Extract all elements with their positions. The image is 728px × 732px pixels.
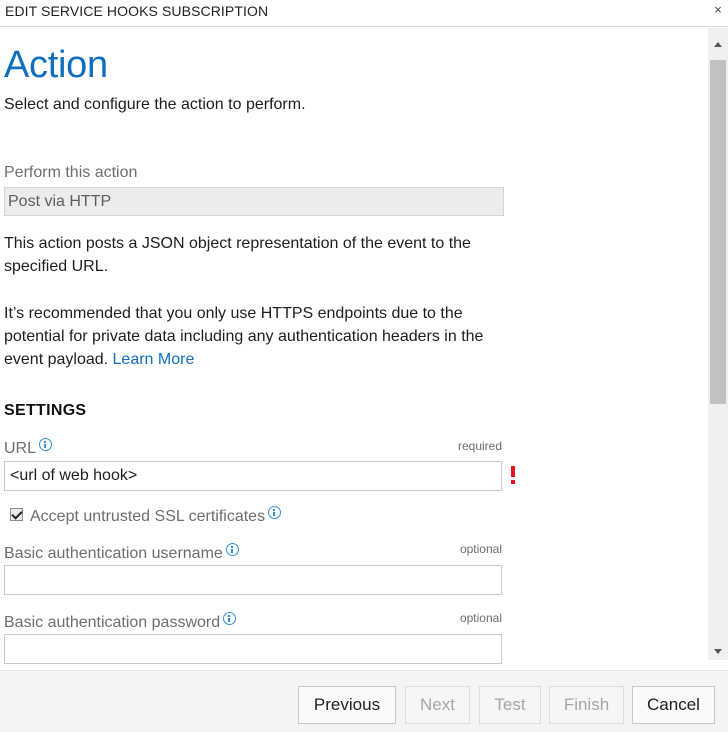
vertical-scrollbar[interactable] — [708, 28, 728, 660]
page-title: Action — [4, 44, 108, 86]
action-description: This action posts a JSON object represen… — [4, 235, 471, 275]
username-label: Basic authentication username — [4, 545, 223, 562]
scrollbar-thumb[interactable] — [710, 60, 726, 404]
test-button[interactable]: Test — [479, 686, 541, 724]
scroll-down-icon[interactable] — [714, 649, 722, 654]
info-icon[interactable] — [225, 543, 239, 556]
next-button[interactable]: Next — [405, 686, 470, 724]
settings-heading: SETTINGS — [4, 402, 87, 419]
info-icon[interactable] — [268, 506, 282, 519]
perform-action-value: Post via HTTP — [8, 193, 112, 210]
url-label: URL — [4, 440, 37, 457]
accept-ssl-label: Accept untrusted SSL certificates — [30, 506, 282, 526]
learn-more-link[interactable]: Learn More — [113, 351, 195, 368]
dialog-content: Action Select and configure the action t… — [0, 28, 708, 670]
perform-action-label: Perform this action — [4, 164, 138, 181]
url-required-badge: required — [457, 439, 502, 453]
exclamation-icon — [510, 466, 516, 484]
checkbox-checked-icon[interactable] — [10, 508, 23, 521]
url-input[interactable] — [4, 461, 502, 491]
previous-button[interactable]: Previous — [298, 686, 396, 724]
password-label-row: Basic authentication password — [4, 612, 237, 632]
password-input[interactable] — [4, 634, 502, 664]
dialog-title: EDIT SERVICE HOOKS SUBSCRIPTION — [5, 3, 269, 19]
accept-ssl-text: Accept untrusted SSL certificates — [30, 508, 266, 525]
username-optional-badge: optional — [459, 542, 502, 556]
password-label: Basic authentication password — [4, 614, 221, 631]
https-recommendation: It’s recommended that you only use HTTPS… — [4, 302, 509, 371]
perform-action-field: Post via HTTP — [4, 187, 504, 216]
username-label-row: Basic authentication username — [4, 543, 239, 563]
finish-button[interactable]: Finish — [549, 686, 624, 724]
dialog-footer: Previous Next Test Finish Cancel — [0, 670, 728, 732]
scroll-up-icon[interactable] — [714, 42, 722, 47]
url-label-row: URL — [4, 438, 53, 458]
cancel-button[interactable]: Cancel — [632, 686, 715, 724]
recommendation-text: It’s recommended that you only use HTTPS… — [4, 305, 484, 368]
password-optional-badge: optional — [459, 611, 502, 625]
page-subtitle: Select and configure the action to perfo… — [4, 96, 306, 113]
close-icon[interactable]: × — [711, 3, 725, 17]
info-icon[interactable] — [223, 612, 237, 625]
dialog-titlebar: EDIT SERVICE HOOKS SUBSCRIPTION × — [0, 0, 728, 27]
info-icon[interactable] — [39, 438, 53, 451]
username-input[interactable] — [4, 565, 502, 595]
